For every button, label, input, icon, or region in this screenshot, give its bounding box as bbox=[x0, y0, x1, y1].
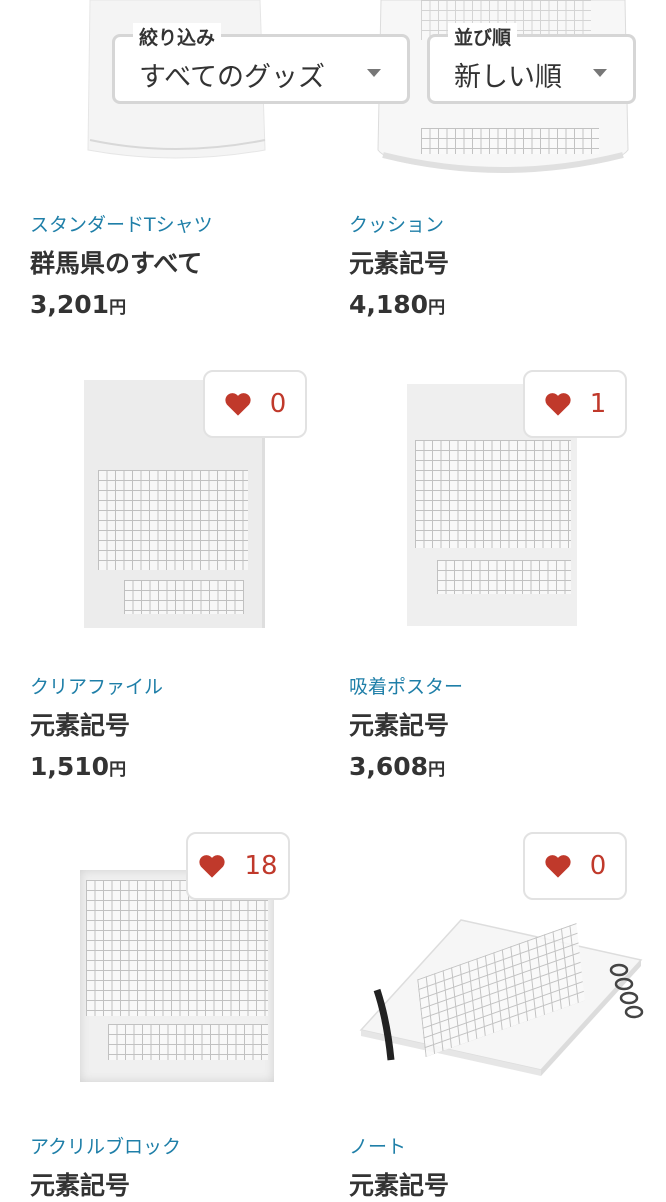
product-price: 3,201円 bbox=[30, 290, 126, 319]
heart-icon bbox=[199, 855, 226, 878]
product-image-notebook[interactable] bbox=[351, 880, 651, 1080]
product-card-clear-file[interactable]: 0 クリアファイル 元素記号 1,510円 bbox=[0, 360, 333, 790]
price-value: 1,510 bbox=[30, 752, 110, 781]
product-type[interactable]: スタンダードTシャツ bbox=[30, 210, 213, 237]
product-type[interactable]: クリアファイル bbox=[30, 672, 163, 699]
sort-dropdown[interactable]: 並び順 新しい順 bbox=[427, 23, 636, 104]
product-title[interactable]: 元素記号 bbox=[30, 1166, 130, 1202]
periodic-table-pattern bbox=[86, 880, 268, 1016]
product-price: 4,180円 bbox=[349, 290, 445, 319]
periodic-table-pattern bbox=[415, 440, 571, 548]
heart-icon bbox=[225, 393, 251, 416]
product-price: 3,608円 bbox=[349, 752, 445, 781]
product-type[interactable]: 吸着ポスター bbox=[349, 672, 463, 699]
periodic-table-pattern bbox=[421, 128, 599, 154]
price-currency: 円 bbox=[428, 298, 446, 318]
favorite-button[interactable]: 18 bbox=[186, 832, 290, 900]
caret-down-icon bbox=[367, 69, 381, 77]
product-image-acrylic-block[interactable] bbox=[80, 870, 276, 1084]
filter-value: すべてのグッズ bbox=[139, 62, 326, 93]
product-type[interactable]: アクリルブロック bbox=[30, 1132, 181, 1159]
heart-icon bbox=[545, 393, 571, 416]
favorite-button[interactable]: 0 bbox=[203, 370, 307, 438]
favorite-count: 0 bbox=[269, 389, 287, 419]
product-price: 1,510円 bbox=[30, 752, 126, 781]
favorite-count: 18 bbox=[244, 851, 278, 881]
product-type[interactable]: クッション bbox=[349, 210, 444, 237]
favorite-button[interactable]: 1 bbox=[523, 370, 627, 438]
filter-label: 絞り込み bbox=[133, 23, 222, 50]
product-card-acrylic-block[interactable]: 18 アクリルブロック 元素記号 bbox=[0, 820, 333, 1200]
sort-label: 並び順 bbox=[448, 23, 518, 50]
sort-value: 新しい順 bbox=[454, 62, 562, 93]
caret-down-icon bbox=[593, 69, 607, 77]
favorite-count: 0 bbox=[589, 851, 607, 881]
price-value: 3,201 bbox=[30, 290, 110, 319]
price-value: 4,180 bbox=[349, 290, 429, 319]
periodic-table-pattern bbox=[124, 580, 244, 614]
product-title[interactable]: 群馬県のすべて bbox=[30, 244, 202, 280]
product-card-notebook[interactable]: 0 ノート 元素記号 bbox=[333, 820, 666, 1200]
price-value: 3,608 bbox=[349, 752, 429, 781]
favorite-count: 1 bbox=[589, 389, 607, 419]
product-title[interactable]: 元素記号 bbox=[349, 1166, 449, 1202]
product-type[interactable]: ノート bbox=[349, 1132, 406, 1159]
price-currency: 円 bbox=[428, 760, 446, 780]
product-title[interactable]: 元素記号 bbox=[349, 706, 449, 742]
product-title[interactable]: 元素記号 bbox=[30, 706, 130, 742]
heart-icon bbox=[545, 855, 571, 878]
price-currency: 円 bbox=[109, 760, 127, 780]
favorite-button[interactable]: 0 bbox=[523, 832, 627, 900]
periodic-table-pattern bbox=[108, 1024, 268, 1060]
filter-dropdown[interactable]: 絞り込み すべてのグッズ bbox=[112, 23, 410, 104]
product-card-poster[interactable]: 1 吸着ポスター 元素記号 3,608円 bbox=[333, 360, 666, 790]
periodic-table-pattern bbox=[98, 470, 248, 570]
product-title[interactable]: 元素記号 bbox=[349, 244, 449, 280]
periodic-table-pattern bbox=[437, 560, 571, 594]
price-currency: 円 bbox=[109, 298, 127, 318]
